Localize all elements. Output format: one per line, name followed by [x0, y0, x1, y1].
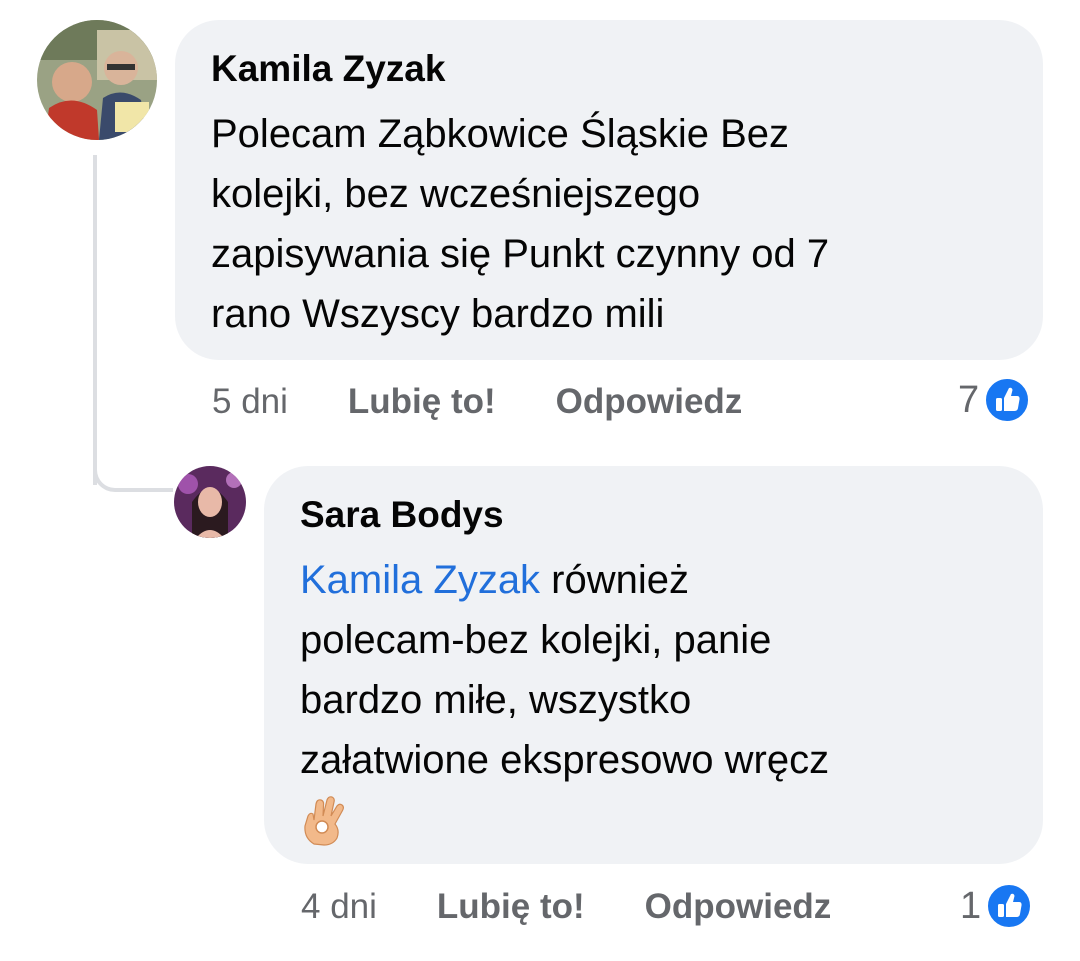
- comment-bubble: Kamila Zyzak Polecam Ząbkowice Śląskie B…: [175, 20, 1043, 360]
- reaction-count: 1: [960, 884, 982, 927]
- avatar[interactable]: [174, 466, 246, 538]
- comment-text-segment: również: [540, 558, 690, 602]
- like-button[interactable]: Lubię to!: [348, 382, 496, 422]
- like-button[interactable]: Lubię to!: [437, 887, 585, 927]
- comment-text-line: Kamila Zyzak również: [300, 550, 1007, 610]
- comment-text-line: zapisywania się Punkt czynny od 7: [211, 232, 830, 276]
- thread-line: [93, 155, 97, 485]
- comment-emoji-line: [300, 790, 1007, 850]
- avatar[interactable]: [37, 20, 157, 140]
- comment-author[interactable]: Sara Bodys: [300, 492, 1007, 538]
- reply-button[interactable]: Odpowiedz: [556, 382, 743, 422]
- comment-timestamp[interactable]: 4 dni: [301, 887, 377, 927]
- comment-text-line: załatwione ekspresowo wręcz: [300, 738, 830, 782]
- comment-text-line: Polecam Ząbkowice Śląskie Bez: [211, 112, 790, 156]
- thumbs-up-icon: [986, 883, 1033, 929]
- comment-timestamp[interactable]: 5 dni: [212, 382, 288, 422]
- comment-actions: 4 dni Lubię to! Odpowiedz: [301, 887, 831, 927]
- comment-text-line: rano Wszyscy bardzo mili: [211, 292, 665, 336]
- reaction-summary[interactable]: 1: [960, 882, 1033, 930]
- reaction-summary[interactable]: 7: [958, 376, 1031, 424]
- comment-text: Polecam Ząbkowice Śląskie Bez kolejki, b…: [211, 104, 1007, 344]
- reply-button[interactable]: Odpowiedz: [645, 887, 832, 927]
- comment-text: Kamila Zyzak również polecam-bez kolejki…: [300, 550, 1007, 850]
- reaction-count: 7: [958, 378, 980, 421]
- comment-text-line: bardzo miłe, wszystko: [300, 678, 692, 722]
- thread-line-curve: [93, 440, 173, 492]
- comment-text-line: kolejki, bez wcześniejszego: [211, 172, 701, 216]
- mention-link[interactable]: Kamila Zyzak: [300, 558, 540, 602]
- comment-text-line: polecam-bez kolejki, panie: [300, 618, 772, 662]
- comment-actions: 5 dni Lubię to! Odpowiedz: [212, 382, 742, 422]
- thumbs-up-icon: [984, 377, 1031, 423]
- ok-hand-emoji: [304, 796, 344, 846]
- comment-bubble: Sara Bodys Kamila Zyzak również polecam-…: [264, 466, 1043, 864]
- comment-author[interactable]: Kamila Zyzak: [211, 46, 1007, 92]
